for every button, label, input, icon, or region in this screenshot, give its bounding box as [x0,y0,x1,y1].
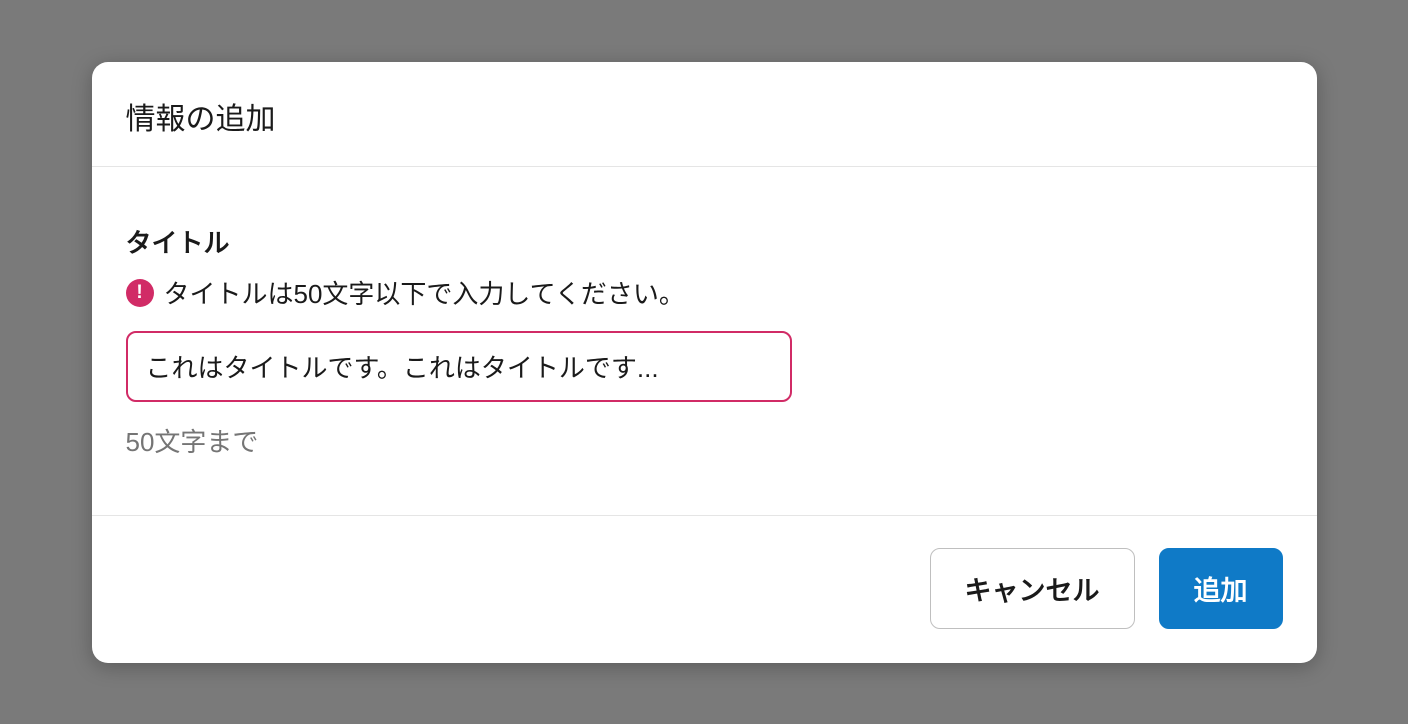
title-field-label: タイトル [126,223,1283,260]
dialog-header: 情報の追加 [92,62,1317,167]
title-input[interactable] [126,331,792,402]
title-helper-text: 50文字まで [126,422,1283,459]
add-button[interactable]: 追加 [1159,548,1283,629]
error-icon: ! [126,279,154,307]
dialog-title: 情報の追加 [126,94,1283,138]
dialog-body: タイトル ! タイトルは50文字以下で入力してください。 50文字まで [92,167,1317,516]
add-info-dialog: 情報の追加 タイトル ! タイトルは50文字以下で入力してください。 50文字ま… [92,62,1317,663]
validation-error-row: ! タイトルは50文字以下で入力してください。 [126,274,1283,311]
cancel-button[interactable]: キャンセル [930,548,1135,629]
validation-error-message: タイトルは50文字以下で入力してください。 [164,274,685,311]
dialog-footer: キャンセル 追加 [92,516,1317,663]
